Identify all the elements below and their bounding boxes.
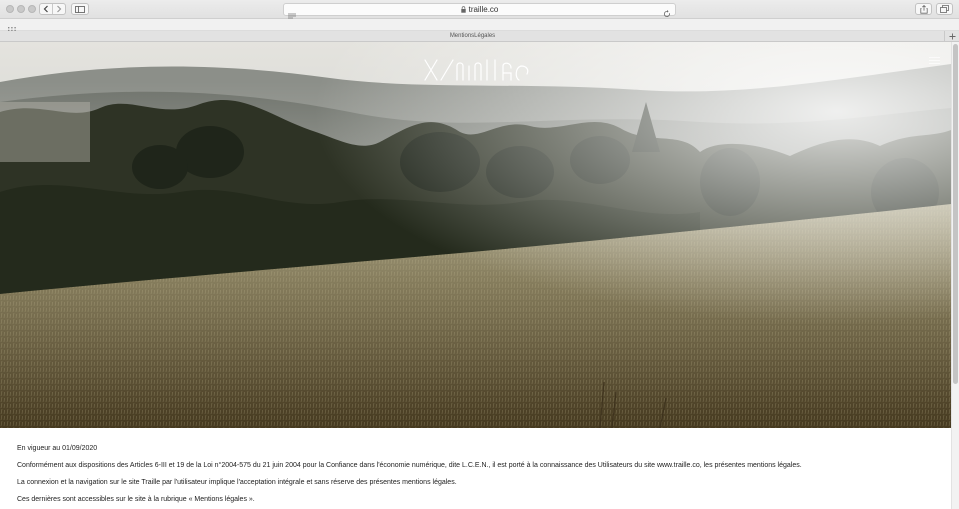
hero-banner — [0, 42, 951, 428]
tabs-overview-button[interactable] — [936, 3, 953, 15]
address-display: traille.co — [284, 4, 675, 15]
sidebar-toggle-button[interactable] — [71, 3, 89, 15]
zoom-window-button[interactable] — [28, 5, 36, 13]
share-button[interactable] — [915, 3, 932, 15]
legal-content: En vigueur au 01/09/2020 Conformément au… — [17, 444, 937, 504]
lock-icon — [460, 6, 466, 13]
tab-mentions-legales[interactable]: MentionsLégales — [0, 31, 945, 41]
hero-landscape-image — [0, 42, 951, 428]
back-icon — [43, 5, 48, 13]
plus-icon — [949, 33, 955, 39]
share-icon — [919, 4, 928, 14]
forward-icon — [57, 5, 62, 13]
close-window-button[interactable] — [6, 5, 14, 13]
page-scrollbar[interactable] — [951, 42, 959, 509]
back-button[interactable] — [40, 4, 52, 14]
tabs-overview-icon — [940, 5, 949, 13]
legal-paragraph-3: Ces dernières sont accessibles sur le si… — [17, 496, 255, 503]
traille-logo[interactable] — [423, 56, 539, 84]
legal-paragraph-2: La connexion et la navigation sur le sit… — [17, 479, 457, 486]
url-text: traille.co — [468, 5, 499, 14]
sidebar-icon — [75, 5, 85, 13]
favorites-bar — [0, 19, 959, 34]
hamburger-icon — [929, 57, 940, 64]
scrollbar-thumb[interactable] — [953, 44, 958, 384]
new-tab-button[interactable] — [944, 31, 959, 41]
address-bar[interactable]: traille.co — [283, 3, 676, 19]
reload-icon — [663, 10, 670, 17]
tab-bar: MentionsLégales — [0, 31, 959, 42]
browser-toolbar: traille.co — [0, 0, 959, 19]
forward-button[interactable] — [52, 4, 65, 14]
history-nav — [39, 3, 66, 15]
legal-paragraph-1: Conformément aux dispositions des Articl… — [17, 462, 802, 469]
site-menu-button[interactable] — [929, 57, 940, 64]
minimize-window-button[interactable] — [17, 5, 25, 13]
effective-date: En vigueur au 01/09/2020 — [17, 445, 98, 452]
